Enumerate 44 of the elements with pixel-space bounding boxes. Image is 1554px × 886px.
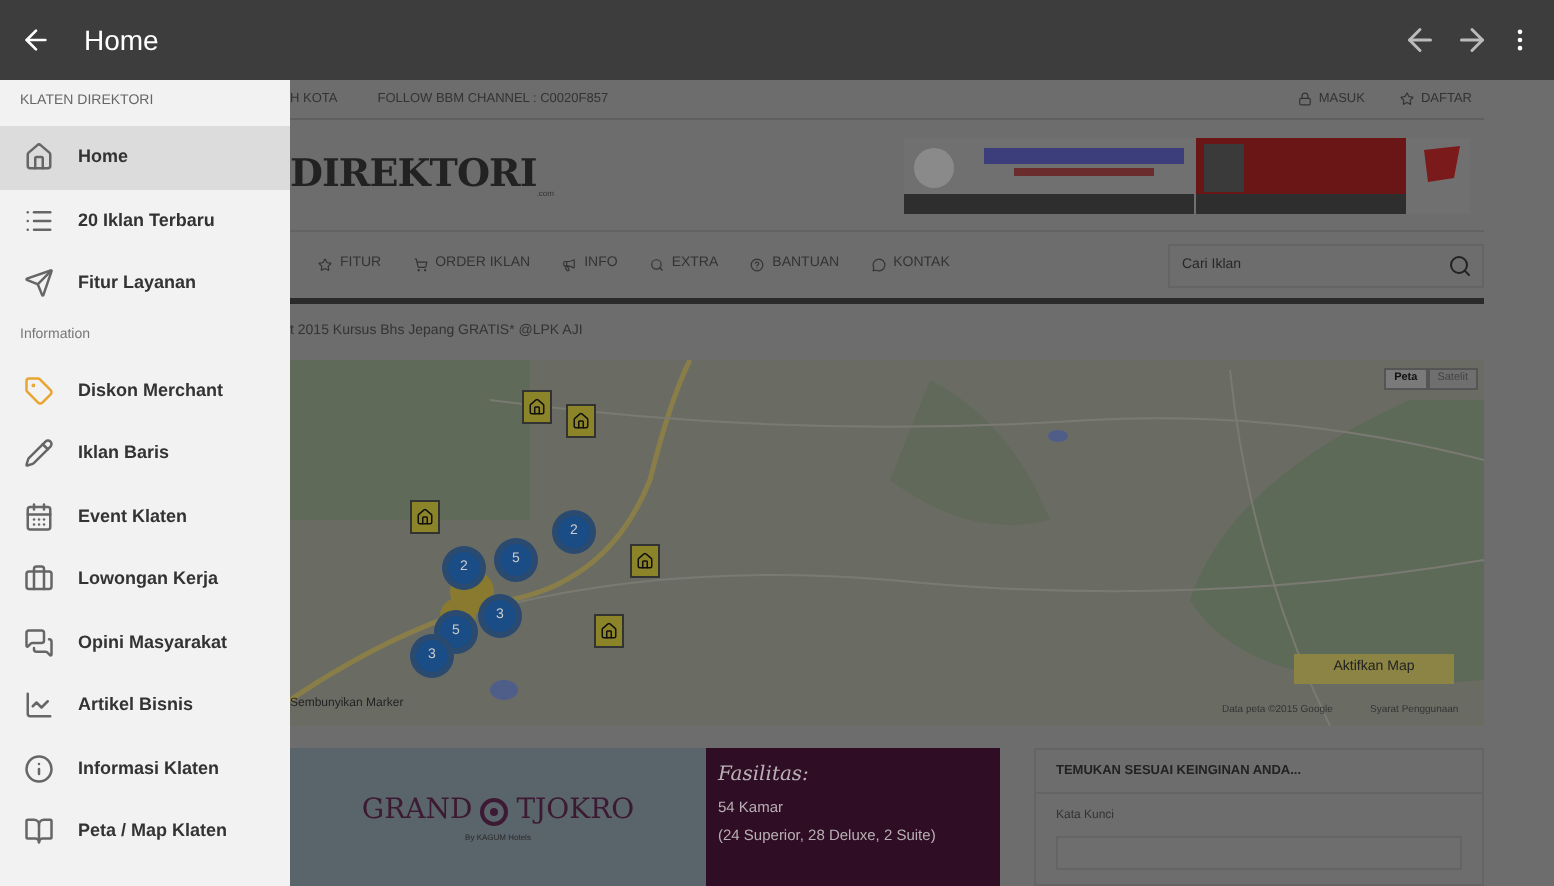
star-icon — [318, 258, 332, 272]
home-icon — [24, 142, 54, 173]
book-icon — [24, 816, 54, 847]
back-icon[interactable] — [20, 24, 52, 56]
chat-icon — [871, 258, 886, 272]
drawer-item[interactable]: Opini Masyarakat — [0, 611, 290, 674]
drawer-item[interactable]: 20 Iklan Terbaru — [0, 189, 290, 252]
star-icon — [1400, 92, 1415, 106]
drawer-item[interactable]: Home — [0, 126, 290, 189]
info-icon — [24, 753, 54, 784]
chat-icon — [24, 627, 54, 658]
send-icon — [24, 268, 54, 299]
briefcase-icon — [24, 564, 54, 595]
chart-icon — [24, 690, 54, 721]
pencil-icon — [24, 438, 54, 469]
search-icon[interactable] — [1448, 253, 1472, 277]
app-bar-title: Home — [84, 21, 159, 59]
cart-icon — [413, 258, 428, 272]
drawer-item[interactable]: Diskon Merchant — [0, 359, 290, 422]
ad-heading: Fasilitas: — [718, 762, 811, 790]
marker-icon[interactable] — [594, 614, 624, 648]
marker-icon[interactable] — [522, 390, 552, 424]
ornament-icon — [478, 795, 511, 827]
drawer-item[interactable]: Peta / Map Klaten — [0, 800, 290, 863]
tag-icon — [24, 375, 54, 406]
list-icon — [24, 205, 54, 236]
drawer-item[interactable]: Informasi Klaten — [0, 737, 290, 800]
site-logo: DIREKTORI — [290, 150, 537, 201]
marker-icon[interactable] — [630, 544, 660, 578]
marker-icon[interactable] — [566, 404, 596, 438]
calendar-icon — [24, 501, 54, 532]
lock-icon — [1298, 92, 1313, 106]
drawer-item[interactable]: Iklan Baris — [0, 422, 290, 485]
hotel-brand: GRAND — [361, 792, 473, 830]
marker-icon[interactable] — [410, 500, 440, 534]
drawer-item[interactable]: Fitur Layanan — [0, 252, 290, 315]
hotel-brand: TJOKRO — [516, 792, 635, 830]
arrow-right-icon[interactable] — [1454, 22, 1490, 58]
drawer-item[interactable]: Artikel Bisnis — [0, 674, 290, 737]
search-icon — [649, 258, 664, 272]
drawer-item[interactable]: Event Klaten — [0, 485, 290, 548]
help-icon — [750, 258, 765, 272]
megaphone-icon — [562, 258, 577, 272]
drawer-item[interactable]: Lowongan Kerja — [0, 548, 290, 611]
